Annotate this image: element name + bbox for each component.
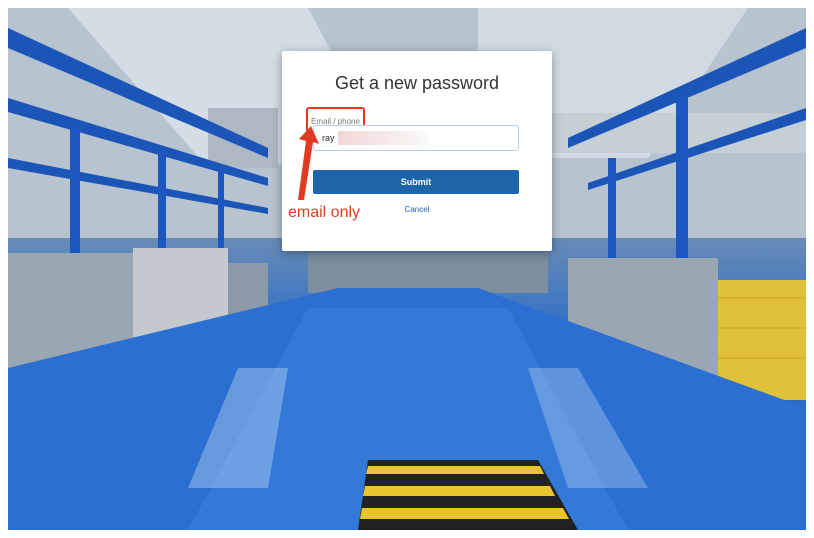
submit-button[interactable]: Submit <box>313 170 519 194</box>
redaction-blur <box>338 131 428 145</box>
dialog-title: Get a new password <box>334 73 500 93</box>
factory-background: Get a new password Email / phone Submit … <box>8 8 806 530</box>
annotation-label: email only <box>288 204 361 221</box>
